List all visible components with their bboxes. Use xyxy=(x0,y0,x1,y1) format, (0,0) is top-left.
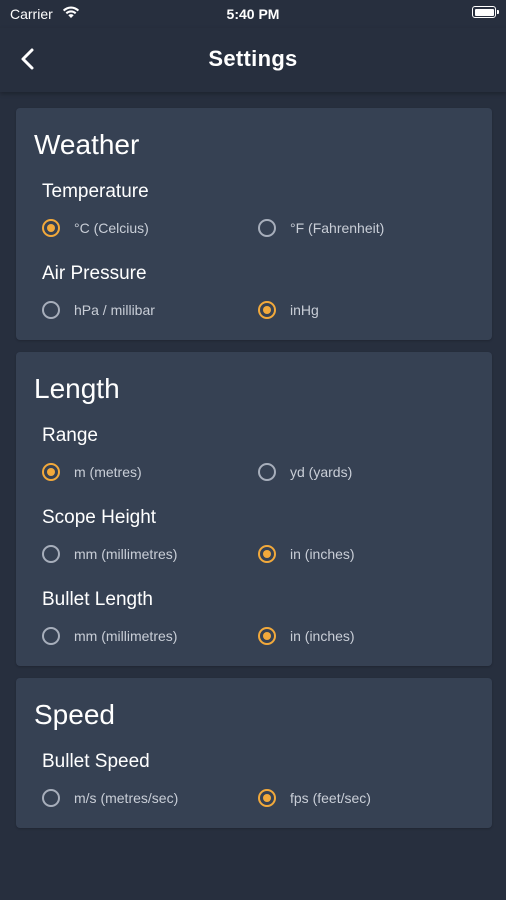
temperature-setting: Temperature °C (Celcius) °F (Fahrenheit) xyxy=(42,180,474,240)
option-label: inHg xyxy=(290,302,319,318)
bullet-speed-setting: Bullet Speed m/s (metres/sec) fps (feet/… xyxy=(42,750,474,810)
radio-group: hPa / millibar inHg xyxy=(42,298,474,322)
navigation-bar: Settings xyxy=(0,28,506,92)
bullet-length-setting: Bullet Length mm (millimetres) in (inche… xyxy=(42,588,474,648)
option-label: in (inches) xyxy=(290,546,355,562)
page-title: Settings xyxy=(208,46,298,71)
setting-label: Scope Height xyxy=(42,507,157,528)
battery-icon xyxy=(472,6,499,18)
radio-button[interactable] xyxy=(42,627,60,645)
speed-section: Speed Bullet Speed m/s (metres/sec) fps … xyxy=(16,678,492,828)
option-label: hPa / millibar xyxy=(74,302,155,318)
setting-label: Temperature xyxy=(42,181,149,202)
radio-option-yards[interactable]: yd (yards) xyxy=(258,463,474,481)
radio-option-fahrenheit[interactable]: °F (Fahrenheit) xyxy=(258,219,474,237)
option-label: mm (millimetres) xyxy=(74,628,178,644)
radio-option-hpa[interactable]: hPa / millibar xyxy=(42,301,258,319)
option-label: °C (Celcius) xyxy=(74,220,149,236)
radio-button[interactable] xyxy=(258,219,276,237)
range-setting: Range m (metres) yd (yards) xyxy=(42,424,474,484)
setting-label: Bullet Length xyxy=(42,589,153,610)
radio-group: °C (Celcius) °F (Fahrenheit) xyxy=(42,216,474,240)
section-title: Weather xyxy=(34,129,140,160)
air-pressure-setting: Air Pressure hPa / millibar inHg xyxy=(42,262,474,322)
section-title: Speed xyxy=(34,699,115,730)
option-label: mm (millimetres) xyxy=(74,546,178,562)
status-bar: Carrier 5:40 PM xyxy=(0,0,506,28)
radio-button[interactable] xyxy=(258,789,276,807)
scope-height-setting: Scope Height mm (millimetres) in (inches… xyxy=(42,506,474,566)
radio-button[interactable] xyxy=(42,545,60,563)
clock: 5:40 PM xyxy=(226,6,280,22)
setting-label: Range xyxy=(42,425,98,446)
radio-button[interactable] xyxy=(42,463,60,481)
weather-section: Weather Temperature °C (Celcius) °F (Fah… xyxy=(16,108,492,340)
radio-button[interactable] xyxy=(258,627,276,645)
length-section: Length Range m (metres) yd (yards) Scope… xyxy=(16,352,492,666)
option-label: in (inches) xyxy=(290,628,355,644)
radio-button[interactable] xyxy=(258,545,276,563)
radio-button[interactable] xyxy=(258,301,276,319)
radio-button[interactable] xyxy=(42,789,60,807)
radio-option-celsius[interactable]: °C (Celcius) xyxy=(42,219,258,237)
radio-option-feet-per-sec[interactable]: fps (feet/sec) xyxy=(258,789,474,807)
setting-label: Air Pressure xyxy=(42,263,147,284)
option-label: m/s (metres/sec) xyxy=(74,790,179,806)
radio-option-inhg[interactable]: inHg xyxy=(258,301,474,319)
radio-option-inches[interactable]: in (inches) xyxy=(258,627,474,645)
option-label: yd (yards) xyxy=(290,464,353,480)
option-label: m (metres) xyxy=(74,464,142,480)
radio-group: mm (millimetres) in (inches) xyxy=(42,542,474,566)
option-label: °F (Fahrenheit) xyxy=(290,220,385,236)
settings-list: Weather Temperature °C (Celcius) °F (Fah… xyxy=(16,108,492,840)
section-title: Length xyxy=(34,373,120,404)
setting-label: Bullet Speed xyxy=(42,751,150,772)
radio-option-metres[interactable]: m (metres) xyxy=(42,463,258,481)
radio-button[interactable] xyxy=(258,463,276,481)
radio-option-millimetres[interactable]: mm (millimetres) xyxy=(42,627,258,645)
radio-option-inches[interactable]: in (inches) xyxy=(258,545,474,563)
radio-group: m/s (metres/sec) fps (feet/sec) xyxy=(42,786,474,810)
option-label: fps (feet/sec) xyxy=(290,790,371,806)
radio-button[interactable] xyxy=(42,219,60,237)
radio-group: mm (millimetres) in (inches) xyxy=(42,624,474,648)
radio-option-metres-per-sec[interactable]: m/s (metres/sec) xyxy=(42,789,258,807)
radio-group: m (metres) yd (yards) xyxy=(42,460,474,484)
radio-button[interactable] xyxy=(42,301,60,319)
radio-option-millimetres[interactable]: mm (millimetres) xyxy=(42,545,258,563)
